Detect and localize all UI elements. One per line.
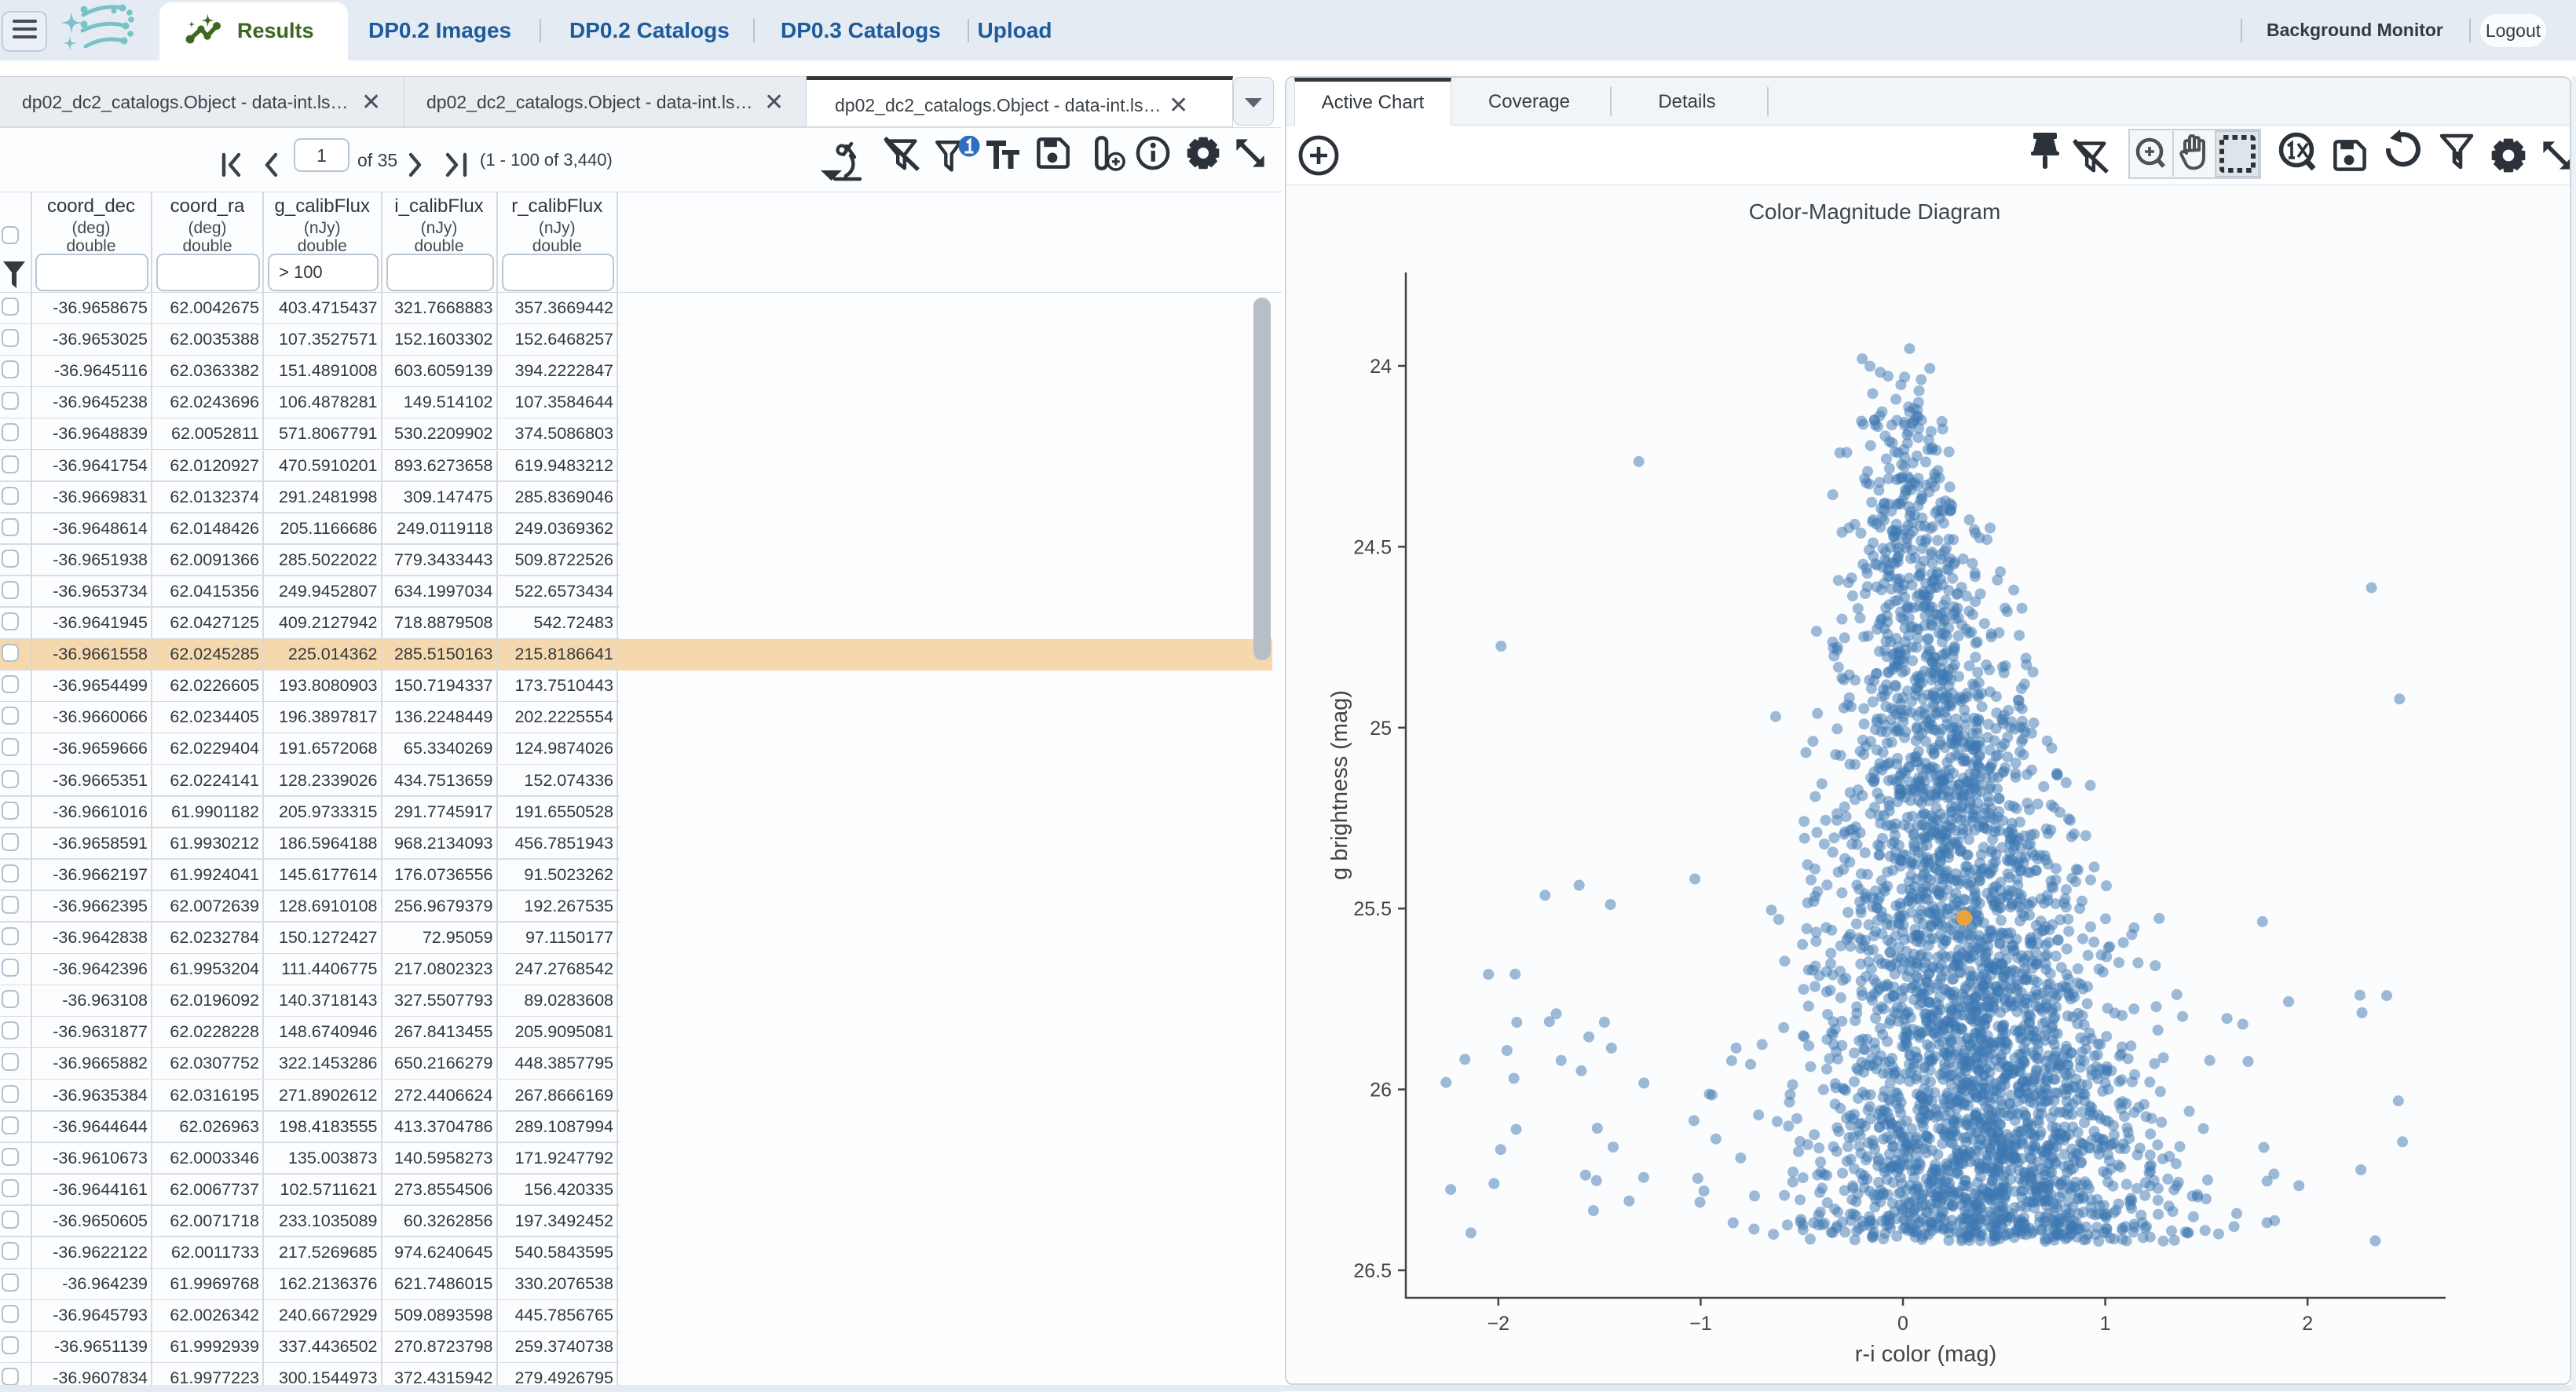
svg-text:2: 2 xyxy=(2302,1313,2313,1335)
svg-text:−1: −1 xyxy=(1689,1313,1712,1335)
svg-text:−2: −2 xyxy=(1487,1313,1510,1335)
svg-text:1: 1 xyxy=(2100,1313,2111,1335)
svg-text:0: 0 xyxy=(1897,1313,1908,1335)
svg-text:25.5: 25.5 xyxy=(1353,898,1392,920)
svg-text:Color-Magnitude Diagram: Color-Magnitude Diagram xyxy=(1749,199,2001,224)
svg-text:24: 24 xyxy=(1370,356,1392,378)
svg-text:25: 25 xyxy=(1370,718,1392,740)
svg-text:r-i color (mag): r-i color (mag) xyxy=(1855,1342,1996,1367)
svg-text:26.5: 26.5 xyxy=(1353,1260,1392,1282)
svg-text:26: 26 xyxy=(1370,1080,1392,1102)
svg-text:g brightness (mag): g brightness (mag) xyxy=(1327,690,1352,880)
svg-text:24.5: 24.5 xyxy=(1353,536,1392,558)
